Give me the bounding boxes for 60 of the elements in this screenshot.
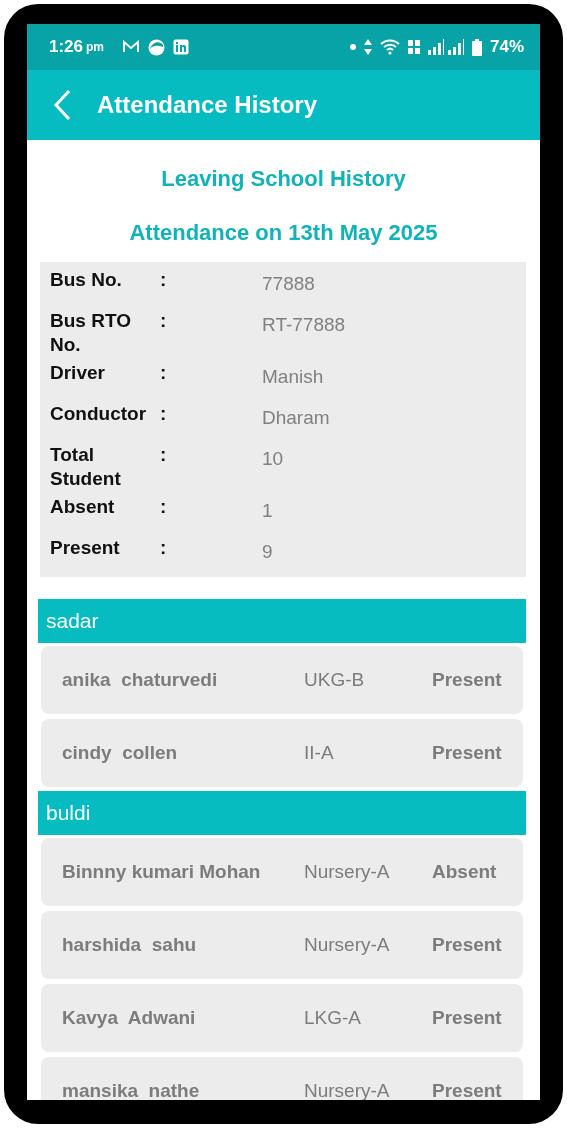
back-icon[interactable] [53,89,71,121]
linkedin-icon [173,39,190,55]
clock-time: 1:26 [49,37,84,57]
detail-separator: : [160,536,168,560]
detail-label: Absent [50,495,116,519]
attendance-status: Present [432,1080,503,1100]
signal-icon [427,39,464,55]
student-row[interactable]: Binnny kumari Mohan Nursery-A Absent [41,838,523,906]
detail-separator: : [160,443,168,467]
mail-icon [122,40,141,54]
wifi-icon [379,39,400,55]
detail-value: 77888 [262,272,316,296]
student-row[interactable]: harshida sahu Nursery-A Present [41,911,523,979]
attendance-status: Present [432,1007,503,1029]
student-name: Kavya Adwani [62,1007,197,1029]
student-name: cindy collen [62,742,179,764]
detail-label: Conductor [50,402,148,426]
detail-separator: : [160,402,168,426]
student-row[interactable]: cindy collen II-A Present [41,719,523,787]
student-class: LKG-A [304,1007,363,1029]
student-row[interactable]: Kavya Adwani LKG-A Present [41,984,523,1052]
circle-icon [148,38,166,56]
attendance-status: Present [432,934,503,956]
detail-label: Bus No. [50,268,123,292]
detail-value: 10 [262,447,285,471]
detail-label: Total Student [50,443,122,491]
detail-label: Bus RTO No. [50,309,132,357]
clock-meridiem: pm [86,40,105,54]
detail-value: Manish [262,365,325,389]
detail-label: Driver [50,361,106,385]
student-name: Binnny kumari Mohan [62,861,262,883]
stop-header: buldi [38,791,526,835]
student-name: mansika nathe [62,1080,201,1100]
student-class: Nursery-A [304,861,391,883]
data-arrows-icon [363,39,372,55]
student-class: UKG-B [304,669,366,691]
student-name: harshida sahu [62,934,198,956]
detail-value: RT-77888 [262,313,347,337]
detail-separator: : [160,268,168,292]
student-class: Nursery-A [304,934,391,956]
stop-header: sadar [38,599,526,643]
screen-title: Attendance History [97,91,318,119]
student-class: II-A [304,742,335,764]
detail-separator: : [160,361,168,385]
detail-value: 9 [262,540,274,564]
battery-icon [471,38,482,56]
student-name: anika chaturvedi [62,669,219,691]
detail-separator: : [160,495,168,519]
attendance-status: Present [432,742,503,764]
battery-percent: 74% [489,37,524,57]
section-heading: Leaving School History [160,166,407,192]
detail-label: Present [50,536,121,560]
attendance-date-heading: Attendance on 13th May 2025 [128,220,439,246]
detail-separator: : [160,309,168,333]
detail-value: Dharam [262,406,331,430]
detail-value: 1 [262,499,274,523]
student-row[interactable]: anika chaturvedi UKG-B Present [41,646,523,714]
attendance-status: Present [432,669,503,691]
attendance-status: Absent [432,861,498,883]
dot-icon [349,44,356,50]
